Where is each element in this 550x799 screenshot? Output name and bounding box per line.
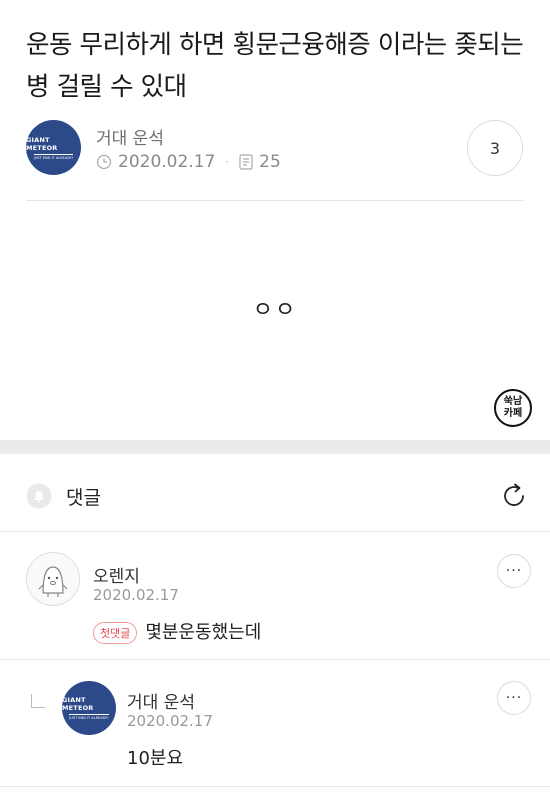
avatar-tagline: JUST END IT ALREADY! — [69, 714, 109, 720]
post-meta: 2020.02.17 · 25 — [96, 152, 281, 172]
reply-divider — [0, 786, 550, 787]
avatar-brand-text: GIANT METEOR — [62, 696, 94, 712]
post-title: 운동 무리하게 하면 횡문근융해증 이라는 좆되는 병 걸릴 수 있대 — [26, 30, 524, 102]
refresh-icon[interactable] — [498, 480, 530, 512]
stamp-line-2: 카페 — [503, 408, 523, 419]
reply-more-button[interactable]: ··· — [497, 681, 531, 715]
comment-date: 2020.02.17 — [93, 586, 179, 604]
header-divider — [26, 200, 524, 201]
character-icon — [38, 566, 68, 597]
reply-indicator-icon — [31, 694, 45, 708]
reply-text: 10분요 — [127, 748, 184, 769]
comment-count-button[interactable]: 3 — [467, 120, 523, 176]
reply-date: 2020.02.17 — [127, 712, 213, 730]
clock-icon — [96, 154, 112, 170]
meta-separator: · — [225, 155, 230, 169]
comments-label: 댓글 — [66, 486, 101, 509]
comment-author[interactable]: 오렌지 — [93, 562, 140, 587]
comment-text-row: 첫댓글 몇분운동했는데 — [93, 618, 261, 644]
post-body: ㅇㅇ — [252, 298, 298, 323]
comments-header-divider — [0, 531, 550, 532]
comment-divider — [0, 659, 550, 660]
author-avatar[interactable]: GIANT METEOR JUST END IT ALREADY! — [26, 120, 81, 175]
section-gap — [0, 440, 550, 454]
post-date: 2020.02.17 — [118, 152, 216, 172]
comments-header: 댓글 — [26, 478, 530, 514]
avatar-tagline: JUST END IT ALREADY! — [33, 153, 74, 160]
reply-author[interactable]: 거대 운석 — [127, 688, 195, 713]
bell-icon — [26, 483, 52, 509]
default-profile-avatar[interactable] — [26, 552, 80, 606]
comment-more-button[interactable]: ··· — [497, 554, 531, 588]
cafe-stamp: 쑥남 카페 — [494, 389, 532, 427]
avatar-brand-text: GIANT METEOR — [26, 135, 58, 152]
post-view-count: 25 — [259, 152, 281, 172]
stamp-line-1: 쑥남 — [503, 396, 523, 407]
views-icon — [239, 154, 253, 170]
post-author-name[interactable]: 거대 운석 — [96, 124, 164, 149]
first-comment-badge: 첫댓글 — [93, 622, 138, 644]
comment-text: 몇분운동했는데 — [145, 622, 262, 643]
reply-author-avatar[interactable]: GIANT METEOR JUST END IT ALREADY! — [62, 681, 116, 735]
